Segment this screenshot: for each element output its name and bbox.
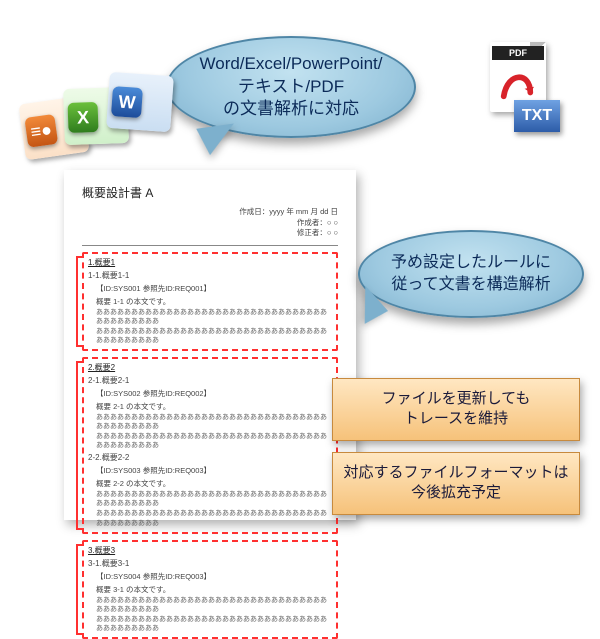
section2-ref: 【ID:SYS002 参照先ID:REQ002】 [96, 388, 332, 399]
infobox2-line1: 対応するファイルフォーマットは [341, 463, 571, 483]
document-divider [82, 245, 338, 246]
txt-label: TXT [522, 107, 552, 125]
section-bracket-icon [76, 256, 84, 347]
section2-body2: ああああああああああああああああああああああああああああああああああああああああ… [96, 432, 332, 450]
meta-creator: 作成者：○ ○ [82, 218, 338, 229]
section1-body1: ああああああああああああああああああああああああああああああああああああああああ… [96, 308, 332, 326]
section2-sub2: 2-2.概要2-2 [88, 452, 332, 463]
doc-section-3: 3.概要3 3-1.概要3-1 【ID:SYS004 参照先ID:REQ003】… [82, 540, 338, 639]
section1-ref: 【ID:SYS001 参照先ID:REQ001】 [96, 283, 332, 294]
section2-caption2: 概要 2-2 の本文です。 [96, 478, 332, 489]
section2-ref2: 【ID:SYS003 参照先ID:REQ003】 [96, 465, 332, 476]
callout-structure-analysis: 予め設定したルールに 従って文書を構造解析 [358, 230, 584, 318]
word-badge: W [111, 86, 143, 118]
txt-icon: TXT [514, 100, 560, 132]
document-title: 概要設計書 A [82, 184, 338, 201]
section3-ref: 【ID:SYS004 参照先ID:REQ003】 [96, 571, 332, 582]
doc-section-1: 1.概要1 1-1.概要1-1 【ID:SYS001 参照先ID:REQ001】… [82, 252, 338, 351]
infobox1-line2: トレースを維持 [341, 409, 571, 429]
infobox2-line2: 今後拡充予定 [341, 483, 571, 503]
callout2-line1: 予め設定したルールに [391, 252, 551, 274]
section3-caption: 概要 3-1 の本文です。 [96, 584, 332, 595]
infobox1-line1: ファイルを更新しても [341, 389, 571, 409]
powerpoint-badge: ≡● [24, 114, 58, 148]
doc-section-2: 2.概要2 2-1.概要2-1 【ID:SYS002 参照先ID:REQ002】… [82, 357, 338, 534]
section2-body1: ああああああああああああああああああああああああああああああああああああああああ… [96, 413, 332, 431]
document-meta: 作成日：yyyy 年 mm 月 dd 日 作成者：○ ○ 修正者：○ ○ [82, 207, 338, 239]
sample-document: 概要設計書 A 作成日：yyyy 年 mm 月 dd 日 作成者：○ ○ 修正者… [64, 170, 356, 520]
section2-caption: 概要 2-1 の本文です。 [96, 401, 332, 412]
callout1-tail-icon [196, 123, 238, 156]
infobox-format-expansion: 対応するファイルフォーマットは 今後拡充予定 [332, 452, 580, 515]
meta-created: 作成日：yyyy 年 mm 月 dd 日 [82, 207, 338, 218]
section1-heading: 1.概要1 [88, 257, 332, 268]
section2-body4: ああああああああああああああああああああああああああああああああああああああああ… [96, 509, 332, 527]
callout1-line2: テキスト/PDF [200, 76, 383, 99]
section1-body2: ああああああああああああああああああああああああああああああああああああああああ… [96, 327, 332, 345]
section2-body3: ああああああああああああああああああああああああああああああああああああああああ… [96, 490, 332, 508]
callout-supported-formats: Word/Excel/PowerPoint/ テキスト/PDF の文書解析に対応 [166, 36, 416, 138]
callout1-line1: Word/Excel/PowerPoint/ [200, 53, 383, 76]
infobox-trace-maintained: ファイルを更新しても トレースを維持 [332, 378, 580, 441]
excel-badge: X [68, 102, 99, 133]
office-icon-cluster: ≡● X W [22, 64, 172, 184]
section1-caption: 概要 1-1 の本文です。 [96, 296, 332, 307]
callout2-line2: 従って文書を構造解析 [391, 274, 551, 296]
section-bracket-icon [76, 544, 84, 635]
section3-heading: 3.概要3 [88, 545, 332, 556]
pdf-label: PDF [492, 46, 544, 60]
section3-sub: 3-1.概要3-1 [88, 558, 332, 569]
meta-updater: 修正者：○ ○ [82, 228, 338, 239]
section1-sub: 1-1.概要1-1 [88, 270, 332, 281]
section2-heading: 2.概要2 [88, 362, 332, 373]
callout1-line3: の文書解析に対応 [200, 98, 383, 121]
pdf-txt-cluster: PDF TXT [480, 42, 560, 132]
section3-body1: ああああああああああああああああああああああああああああああああああああああああ… [96, 596, 332, 614]
section3-body2: ああああああああああああああああああああああああああああああああああああああああ… [96, 615, 332, 633]
word-icon: W [106, 72, 174, 132]
section-bracket-icon [76, 361, 84, 530]
section2-sub: 2-1.概要2-1 [88, 375, 332, 386]
pdf-swoosh-icon [498, 64, 536, 102]
